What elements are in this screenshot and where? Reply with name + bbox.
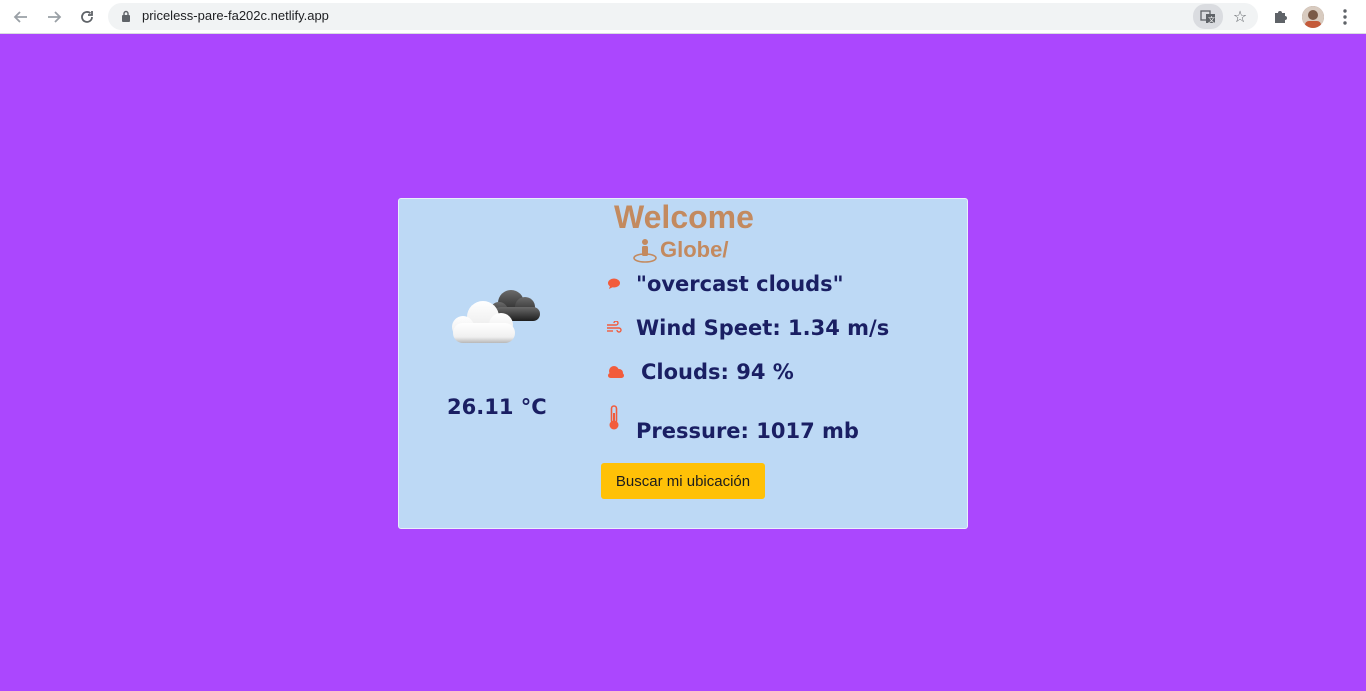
svg-text:文: 文 <box>1208 15 1215 24</box>
weather-card: Welcome Globe/ 26.11 °C "overcast clouds… <box>398 198 968 529</box>
lock-icon <box>122 10 130 22</box>
pressure-value: Pressure: 1017 mb <box>636 419 859 443</box>
welcome-title: Welcome <box>614 199 754 235</box>
wind-icon <box>604 316 624 340</box>
address-bar[interactable]: priceless-pare-fa202c.netlify.app 文 ☆ <box>108 3 1258 30</box>
bookmark-star-icon[interactable]: ☆ <box>1230 6 1250 26</box>
translate-icon[interactable]: 文 <box>1193 4 1223 29</box>
reload-icon[interactable] <box>77 7 97 27</box>
clouds-row: Clouds: 94 % <box>606 360 794 384</box>
cloud-icon <box>606 360 626 384</box>
person-globe-icon <box>633 239 657 263</box>
description-row: "overcast clouds" <box>604 272 844 296</box>
browser-toolbar: priceless-pare-fa202c.netlify.app 文 ☆ <box>0 0 1366 34</box>
weather-description: "overcast clouds" <box>636 272 844 296</box>
extensions-icon[interactable] <box>1270 7 1290 27</box>
profile-avatar[interactable] <box>1302 6 1324 28</box>
clouds-value: Clouds: 94 % <box>641 360 794 384</box>
back-icon[interactable] <box>11 7 31 27</box>
thermometer-icon <box>604 404 624 432</box>
temperature-value: 26.11 °C <box>447 395 547 419</box>
forward-icon[interactable] <box>44 7 64 27</box>
menu-icon[interactable] <box>1335 7 1355 27</box>
globe-label: Globe/ <box>660 237 729 262</box>
pressure-row: Pressure: 1017 mb <box>604 404 859 443</box>
comment-icon <box>604 272 624 296</box>
url-text: priceless-pare-fa202c.netlify.app <box>142 8 329 23</box>
wind-speed: Wind Speet: 1.34 m/s <box>636 316 890 340</box>
find-location-button[interactable]: Buscar mi ubicación <box>601 463 765 499</box>
wind-row: Wind Speet: 1.34 m/s <box>604 316 889 340</box>
globe-row: Globe/ <box>632 236 728 264</box>
overcast-cloud-icon <box>452 290 540 343</box>
